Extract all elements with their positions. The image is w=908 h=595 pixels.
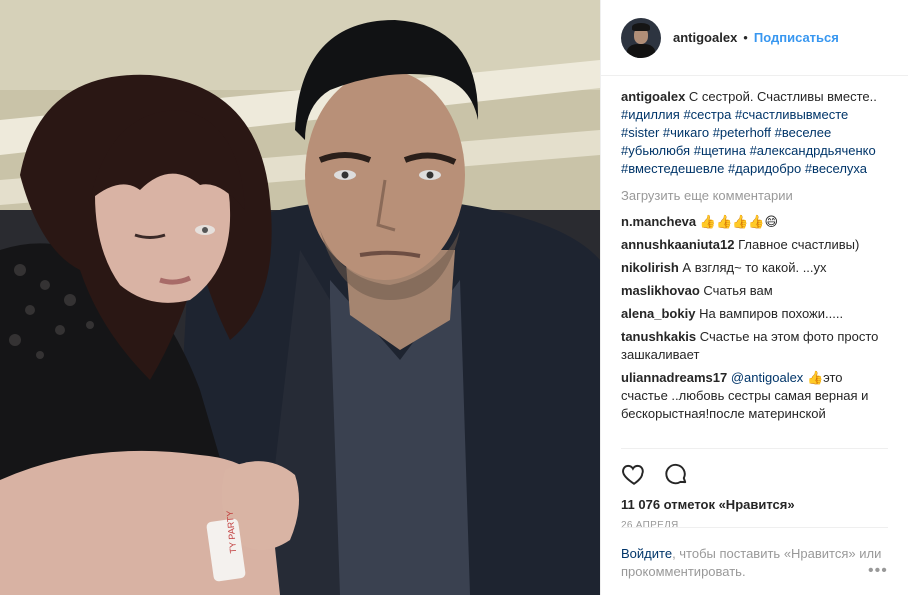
login-prompt: Войдите, чтобы поставить «Нравится» или …: [621, 527, 888, 581]
comment-item: nikolirish А взгляд~ то какой. ...ух: [621, 259, 890, 277]
hashtag[interactable]: #чикаго: [663, 125, 709, 140]
comment-item: n.mancheva 👍👍👍👍😄: [621, 213, 890, 231]
post-header: antigoalex • Подписаться: [601, 0, 908, 76]
post-sidebar: antigoalex • Подписаться antigoalex С се…: [600, 0, 908, 595]
load-more-comments-button[interactable]: Загрузить еще комментарии: [621, 187, 890, 205]
hashtag[interactable]: #веселуха: [805, 161, 867, 176]
comment-item: maslikhovao Счатья вам: [621, 282, 890, 300]
more-options-icon[interactable]: •••: [868, 562, 888, 580]
header-username[interactable]: antigoalex: [673, 30, 737, 45]
header-separator: •: [743, 30, 748, 45]
comment-username[interactable]: uliannadreams17: [621, 370, 727, 385]
comment-text: Счатья вам: [703, 283, 773, 298]
heart-icon[interactable]: [621, 461, 647, 487]
comment-mention[interactable]: @antigoalex: [731, 370, 803, 385]
caption-username[interactable]: antigoalex: [621, 89, 685, 104]
comment-item: annushkaaniuta12 Главное счастливы): [621, 236, 890, 254]
hashtag[interactable]: #александрдьяченко: [750, 143, 876, 158]
hashtag[interactable]: #peterhoff: [713, 125, 771, 140]
follow-button[interactable]: Подписаться: [754, 30, 839, 45]
comments-list[interactable]: antigoalex С сестрой. Счастливы вместе..…: [621, 88, 890, 438]
hashtag[interactable]: #даридобро: [728, 161, 801, 176]
comment-text: 👍👍👍👍😄: [699, 214, 779, 229]
comment-username[interactable]: maslikhovao: [621, 283, 700, 298]
comment-item: alena_bokiy На вампиров похожи.....: [621, 305, 890, 323]
comment-text: А взгляд~ то какой. ...ух: [682, 260, 827, 275]
comment-text: На вампиров похожи.....: [699, 306, 844, 321]
comment-username[interactable]: n.mancheva: [621, 214, 696, 229]
hashtag[interactable]: #sister: [621, 125, 659, 140]
hashtag[interactable]: #вместедешевле: [621, 161, 724, 176]
photo-illustration: TY PARTY: [0, 0, 600, 595]
action-icons: [621, 449, 888, 487]
caption-text: С сестрой. Счастливы вместе..: [688, 89, 877, 104]
hashtag[interactable]: #сестра: [683, 107, 731, 122]
instagram-post: TY PARTY antigoalex • Подписаться antigo…: [0, 0, 908, 595]
hashtag[interactable]: #щетина: [694, 143, 746, 158]
comment-item: tanushkakis Счастье на этом фото просто …: [621, 328, 890, 364]
caption: antigoalex С сестрой. Счастливы вместе..…: [621, 88, 890, 178]
hashtag[interactable]: #идиллия: [621, 107, 680, 122]
avatar-hair: [632, 22, 650, 31]
hashtag[interactable]: #счастливывместе: [735, 107, 848, 122]
comment-username[interactable]: tanushkakis: [621, 329, 696, 344]
avatar[interactable]: [621, 17, 661, 58]
likes-count[interactable]: 11 076 отметок «Нравится»: [621, 497, 888, 512]
hashtag[interactable]: #убьюлюбя: [621, 143, 690, 158]
post-photo[interactable]: TY PARTY: [0, 0, 600, 595]
comment-username[interactable]: nikolirish: [621, 260, 679, 275]
comment-username[interactable]: annushkaaniuta12: [621, 237, 734, 252]
avatar-body: [627, 43, 655, 58]
comment-item: uliannadreams17 @antigoalex 👍это счастье…: [621, 369, 890, 423]
hashtag-list: #идиллия #сестра #счастливывместе #siste…: [621, 107, 876, 176]
hashtag[interactable]: #веселее: [775, 125, 832, 140]
comment-icon[interactable]: [663, 461, 689, 487]
comment-text: Главное счастливы): [738, 237, 860, 252]
comment-username[interactable]: alena_bokiy: [621, 306, 695, 321]
login-link[interactable]: Войдите: [621, 546, 672, 561]
